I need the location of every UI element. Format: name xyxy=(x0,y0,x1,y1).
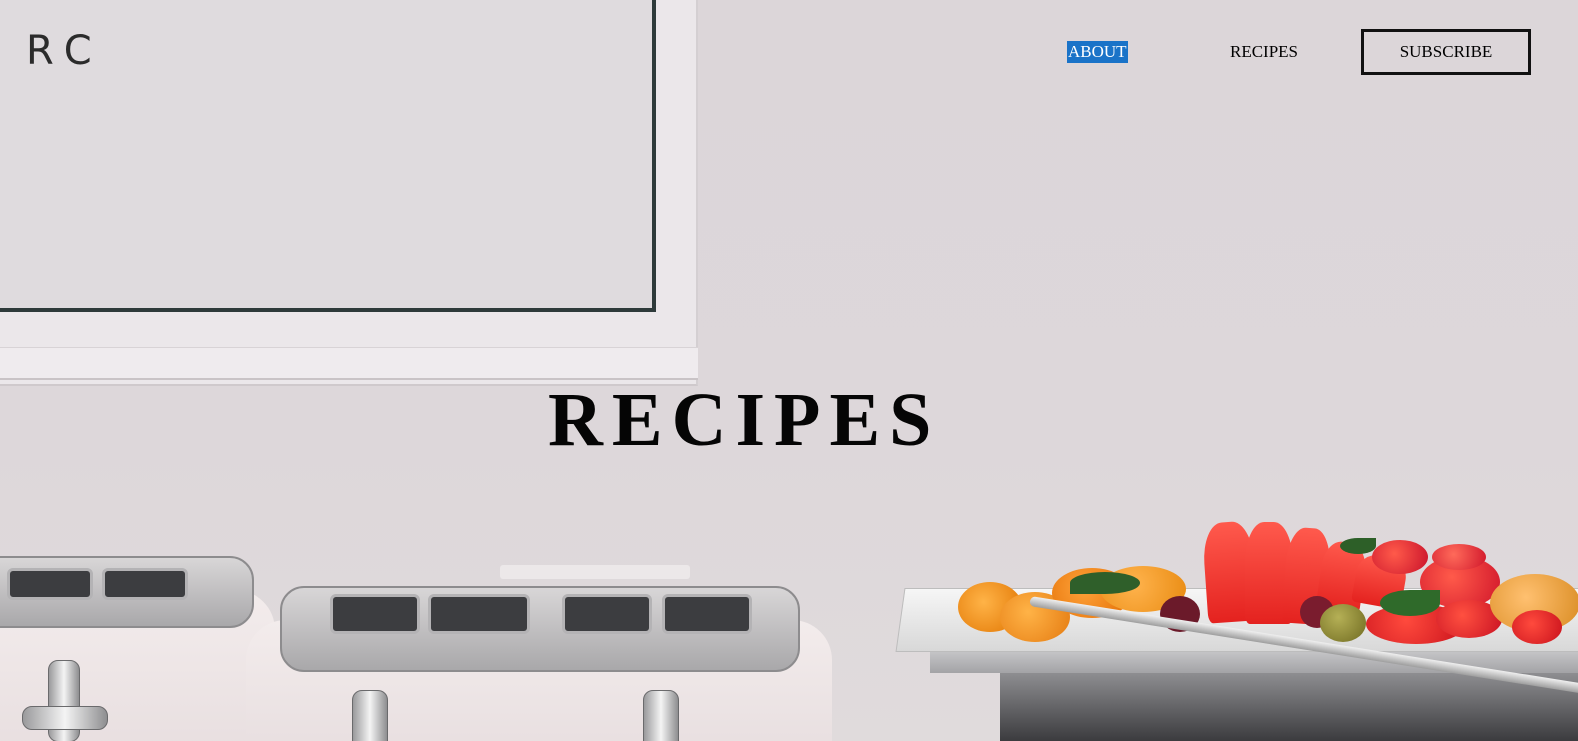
counter-item xyxy=(500,565,690,579)
toaster-slot xyxy=(102,568,188,600)
nav-about-link[interactable]: ABOUT xyxy=(1067,41,1128,63)
toaster-left-top xyxy=(0,556,254,628)
serving-stand xyxy=(1000,672,1578,741)
toaster-slot xyxy=(428,594,530,634)
grape xyxy=(1320,604,1366,642)
strawberry xyxy=(1372,540,1428,574)
toaster-slot xyxy=(662,594,752,634)
toaster-lever xyxy=(352,690,388,741)
mint-leaf xyxy=(1380,590,1440,616)
toaster-lever xyxy=(643,690,679,741)
toaster-main-top xyxy=(280,586,800,672)
mint-leaf xyxy=(1340,538,1376,554)
toaster-lever xyxy=(22,706,108,730)
subscribe-button-label: SUBSCRIBE xyxy=(1399,42,1493,61)
mint-leaf xyxy=(1070,572,1140,594)
strawberry xyxy=(1432,544,1486,570)
toaster-slot xyxy=(7,568,93,600)
strawberry xyxy=(1512,610,1562,644)
toaster-slot xyxy=(330,594,420,634)
subscribe-button[interactable]: SUBSCRIBE xyxy=(1361,29,1531,75)
hero-image xyxy=(0,0,1578,741)
toaster-slot xyxy=(562,594,652,634)
nav-recipes-link[interactable]: RECIPES xyxy=(1230,42,1298,62)
window-frame xyxy=(0,0,698,386)
site-logo[interactable]: RC xyxy=(26,28,104,74)
hero-title: RECIPES xyxy=(548,378,941,462)
